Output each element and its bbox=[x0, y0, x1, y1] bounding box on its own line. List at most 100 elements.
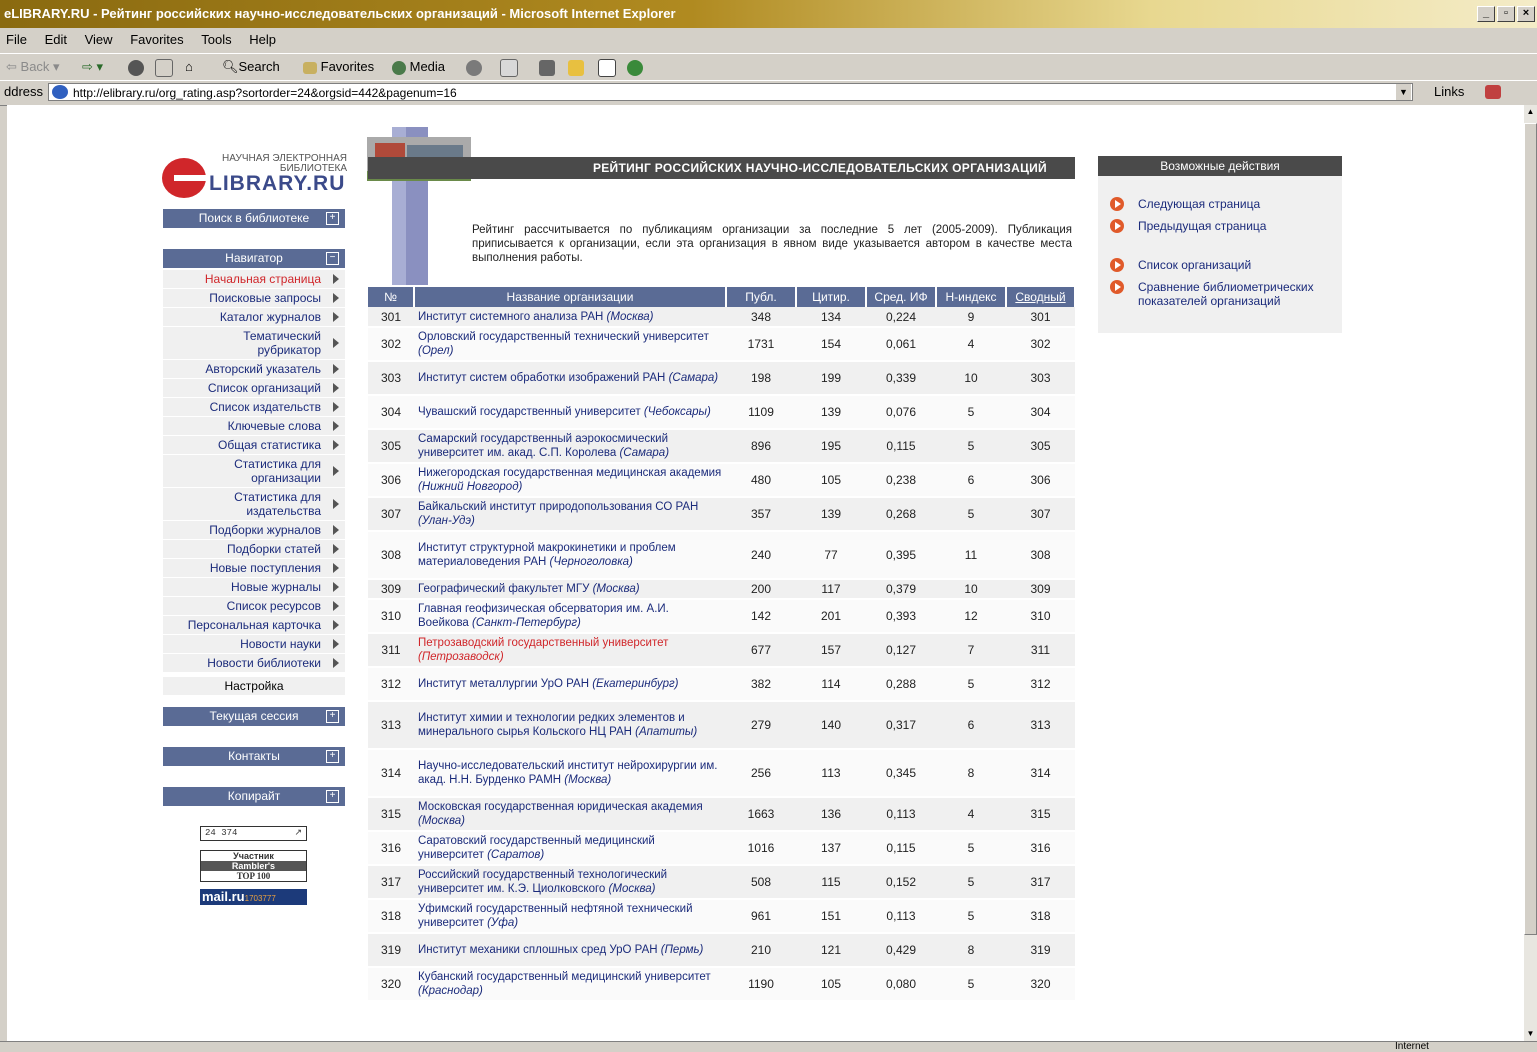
messenger-tray-icon[interactable] bbox=[1485, 85, 1501, 99]
nav-keywords[interactable]: Ключевые слова bbox=[163, 417, 345, 436]
cell-name[interactable]: Институт системного анализа РАН (Москва) bbox=[414, 307, 726, 328]
contacts-bar[interactable]: Контакты + bbox=[163, 747, 345, 766]
copyright-bar[interactable]: Копирайт + bbox=[163, 787, 345, 806]
refresh-button[interactable] bbox=[155, 54, 173, 80]
address-dropdown-icon[interactable]: ▼ bbox=[1396, 84, 1411, 100]
menu-file[interactable]: File bbox=[6, 32, 27, 47]
nav-new-journals[interactable]: Новые журналы bbox=[163, 578, 345, 597]
org-name[interactable]: Нижегородская государственная медицинска… bbox=[418, 467, 721, 479]
org-name[interactable]: Институт металлургии УрО РАН bbox=[418, 678, 589, 690]
address-input[interactable]: http://elibrary.ru/org_rating.asp?sortor… bbox=[48, 83, 1413, 101]
liveinternet-counter[interactable]: 24 374 ↗ bbox=[200, 826, 307, 841]
nav-subject-rubricator[interactable]: Тематический рубрикатор bbox=[163, 327, 345, 360]
cell-name[interactable]: Орловский государственный технический ун… bbox=[414, 327, 726, 362]
home-button[interactable]: ⌂ bbox=[185, 54, 193, 80]
menu-tools[interactable]: Tools bbox=[201, 32, 231, 47]
cell-name[interactable]: Научно-исследовательский институт нейрох… bbox=[414, 749, 726, 798]
cell-name[interactable]: Уфимский государственный нефтяной технич… bbox=[414, 899, 726, 934]
nav-publisher-stats[interactable]: Статистика для издательства bbox=[163, 488, 345, 521]
cell-name[interactable]: Петрозаводский государственный университ… bbox=[414, 633, 726, 668]
search-button[interactable]: 🔍︎Search bbox=[222, 54, 280, 80]
expand-icon[interactable]: + bbox=[326, 750, 339, 763]
menu-edit[interactable]: Edit bbox=[45, 32, 67, 47]
print-button[interactable] bbox=[539, 54, 555, 80]
action-prev-page[interactable]: Предыдущая страница bbox=[1110, 219, 1338, 233]
action-next-page[interactable]: Следующая страница bbox=[1110, 197, 1338, 211]
rambler-top100-badge[interactable]: Участник Rambler's TOP 100 bbox=[200, 850, 307, 882]
scroll-down-icon[interactable]: ▼ bbox=[1524, 1027, 1537, 1041]
maximize-button[interactable]: ▫ bbox=[1497, 6, 1515, 22]
menu-help[interactable]: Help bbox=[249, 32, 276, 47]
nav-library-news[interactable]: Новости библиотеки bbox=[163, 654, 345, 673]
nav-search-queries[interactable]: Поисковые запросы bbox=[163, 289, 345, 308]
navigator-header[interactable]: Навигатор − bbox=[163, 249, 345, 268]
org-name[interactable]: Институт механики сплошных сред УрО РАН bbox=[418, 944, 658, 956]
nav-settings[interactable]: Настройка bbox=[163, 677, 345, 695]
menu-view[interactable]: View bbox=[85, 32, 113, 47]
org-name[interactable]: Институт структурной макрокинетики и про… bbox=[418, 542, 676, 568]
cell-name[interactable]: Кубанский государственный медицинский ун… bbox=[414, 967, 726, 1002]
stop-button[interactable] bbox=[128, 54, 144, 80]
mailru-counter[interactable]: mail.ru1703777 bbox=[200, 889, 307, 905]
nav-home[interactable]: Начальная страница bbox=[163, 270, 345, 289]
org-name[interactable]: Географический факультет МГУ bbox=[418, 583, 589, 595]
cell-name[interactable]: Нижегородская государственная медицинска… bbox=[414, 463, 726, 498]
expand-icon[interactable]: + bbox=[326, 212, 339, 225]
media-button[interactable]: Media bbox=[392, 54, 445, 80]
org-name[interactable]: Чувашский государственный университет bbox=[418, 406, 641, 418]
cell-name[interactable]: Институт структурной макрокинетики и про… bbox=[414, 531, 726, 580]
elibrary-logo[interactable]: НАУЧНАЯ ЭЛЕКТРОННАЯ БИБЛИОТЕКА LIBRARY.R… bbox=[162, 150, 352, 200]
mail-button[interactable] bbox=[500, 54, 518, 80]
nav-org-stats[interactable]: Статистика для организации bbox=[163, 455, 345, 488]
org-name[interactable]: Орловский государственный технический ун… bbox=[418, 331, 709, 343]
scroll-thumb[interactable] bbox=[1524, 123, 1537, 935]
org-name[interactable]: Байкальский институт природопользования … bbox=[418, 501, 698, 513]
minimize-button[interactable]: _ bbox=[1477, 6, 1495, 22]
cell-name[interactable]: Московская государственная юридическая а… bbox=[414, 797, 726, 832]
cell-name[interactable]: Российский государственный технологическ… bbox=[414, 865, 726, 900]
action-org-list[interactable]: Список организаций bbox=[1110, 258, 1338, 272]
nav-publishers[interactable]: Список издательств bbox=[163, 398, 345, 417]
forward-button[interactable]: ⇨ ▾ bbox=[82, 54, 103, 80]
menu-favorites[interactable]: Favorites bbox=[130, 32, 183, 47]
library-search-bar[interactable]: Поиск в библиотеке + bbox=[163, 209, 345, 228]
nav-resources[interactable]: Список ресурсов bbox=[163, 597, 345, 616]
cell-name[interactable]: Чувашский государственный университет (Ч… bbox=[414, 395, 726, 430]
links-button[interactable]: Links bbox=[1434, 81, 1464, 103]
favorites-button[interactable]: Favorites bbox=[303, 54, 374, 80]
nav-new-arrivals[interactable]: Новые поступления bbox=[163, 559, 345, 578]
nav-general-stats[interactable]: Общая статистика bbox=[163, 436, 345, 455]
expand-icon[interactable]: + bbox=[326, 790, 339, 803]
cell-name[interactable]: Институт механики сплошных сред УрО РАН … bbox=[414, 933, 726, 968]
close-button[interactable]: × bbox=[1517, 6, 1535, 22]
org-name[interactable]: Институт систем обработки изображений РА… bbox=[418, 372, 665, 384]
vertical-scrollbar[interactable]: ▲ ▼ bbox=[1524, 105, 1537, 1041]
cell-name[interactable]: Институт химии и технологии редких элеме… bbox=[414, 701, 726, 750]
back-button[interactable]: ⇦ Back ▾ bbox=[6, 54, 60, 80]
messenger-button[interactable] bbox=[627, 54, 643, 80]
nav-science-news[interactable]: Новости науки bbox=[163, 635, 345, 654]
folder-button[interactable] bbox=[568, 54, 584, 80]
scroll-up-icon[interactable]: ▲ bbox=[1524, 105, 1537, 119]
cell-name[interactable]: Географический факультет МГУ (Москва) bbox=[414, 579, 726, 600]
cell-name[interactable]: Самарский государственный аэрокосмически… bbox=[414, 429, 726, 464]
cell-name[interactable]: Байкальский институт природопользования … bbox=[414, 497, 726, 532]
column-header[interactable]: Сводный bbox=[1006, 287, 1076, 307]
org-name[interactable]: Уфимский государственный нефтяной технич… bbox=[418, 903, 693, 929]
history-button[interactable] bbox=[466, 54, 482, 80]
action-compare-orgs[interactable]: Сравнение библиометрических показателей … bbox=[1110, 280, 1338, 308]
nav-journal-collections[interactable]: Подборки журналов bbox=[163, 521, 345, 540]
collapse-icon[interactable]: − bbox=[326, 252, 339, 265]
org-name[interactable]: Кубанский государственный медицинский ун… bbox=[418, 971, 711, 983]
nav-personal-card[interactable]: Персональная карточка bbox=[163, 616, 345, 635]
cell-name[interactable]: Институт металлургии УрО РАН (Екатеринбу… bbox=[414, 667, 726, 702]
org-name[interactable]: Петрозаводский государственный университ… bbox=[418, 637, 668, 649]
edit-button[interactable] bbox=[598, 54, 616, 80]
org-name[interactable]: Институт системного анализа РАН bbox=[418, 311, 603, 323]
nav-journal-catalog[interactable]: Каталог журналов bbox=[163, 308, 345, 327]
current-session-bar[interactable]: Текущая сессия + bbox=[163, 707, 345, 726]
cell-name[interactable]: Институт систем обработки изображений РА… bbox=[414, 361, 726, 396]
org-name[interactable]: Московская государственная юридическая а… bbox=[418, 801, 703, 813]
nav-organizations[interactable]: Список организаций bbox=[163, 379, 345, 398]
nav-article-collections[interactable]: Подборки статей bbox=[163, 540, 345, 559]
